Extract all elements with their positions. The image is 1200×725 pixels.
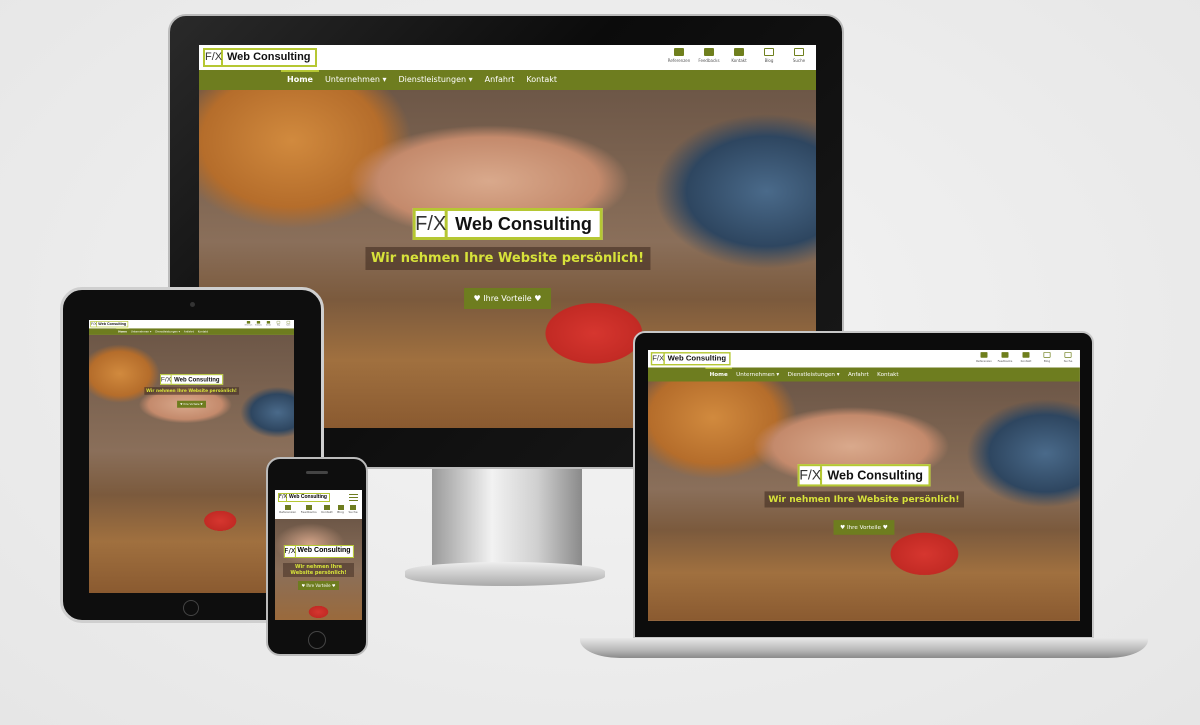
hero-logo: F/X Web Consulting bbox=[283, 545, 354, 558]
laptop-screen: F/X Web Consulting Referenzen Feedbacks Kon… bbox=[648, 350, 1080, 621]
nav-item[interactable]: Unternehmen ▾ bbox=[732, 368, 783, 382]
nav-item[interactable]: Home bbox=[705, 367, 732, 382]
hero: F/X Web Consulting Wir nehmen Ihre Websit… bbox=[275, 519, 362, 620]
header-link-suche[interactable]: Suche bbox=[285, 320, 292, 326]
home-button[interactable] bbox=[183, 600, 199, 616]
nav-item[interactable]: Kontakt bbox=[873, 368, 903, 382]
cast-icon bbox=[1043, 352, 1051, 358]
monitor-icon bbox=[246, 320, 251, 324]
phone-screen: F/X Web Consulting Referenzen Feedbacks Kon… bbox=[275, 490, 362, 620]
nav-item[interactable]: Dienstleistungen ▾ bbox=[153, 328, 182, 335]
nav-item[interactable]: Kontakt bbox=[196, 328, 210, 335]
contact-card-icon bbox=[734, 48, 744, 56]
hero-logo: F/X Web Consulting bbox=[797, 464, 931, 487]
hero: F/X Web Consulting Wir nehmen Ihre Websit… bbox=[648, 381, 1080, 621]
search-icon bbox=[1064, 352, 1072, 358]
site-header: F/X Web Consulting Referenzen Feedbacks Kon… bbox=[199, 45, 816, 70]
speech-bubble-icon bbox=[1001, 352, 1009, 358]
monitor-stand bbox=[432, 469, 582, 569]
nav-item[interactable]: Dienstleistungen ▾ bbox=[783, 368, 843, 382]
hero: F/X Web Consulting Wir nehmen Ihre Websit… bbox=[89, 334, 294, 593]
header-link-blog[interactable]: Blog bbox=[758, 48, 780, 63]
hero-logo: F/X Web Consulting bbox=[159, 374, 224, 385]
cta-button[interactable]: ♥ Ihre Vorteile ♥ bbox=[833, 520, 895, 535]
nav-item[interactable]: Anfahrt bbox=[479, 70, 521, 90]
speech-bubble-icon bbox=[256, 320, 261, 324]
header-link-blog[interactable]: Blog bbox=[1039, 352, 1054, 363]
header-link-suche[interactable]: Suche bbox=[788, 48, 810, 63]
nav-item[interactable]: Home bbox=[281, 70, 319, 90]
main-nav: Home Unternehmen ▾ Dienstleistungen ▾ Anfah… bbox=[89, 328, 294, 335]
slogan: Wir nehmen Ihre Website persönlich! bbox=[364, 247, 651, 270]
speaker bbox=[306, 471, 328, 474]
site-header: F/X Web Consulting Referenzen Feedbacks Kon… bbox=[648, 350, 1080, 368]
header-link-suche[interactable]: Suche bbox=[1060, 352, 1075, 363]
mobile-site: F/X Web Consulting Referenzen Feedbacks Kon… bbox=[275, 490, 362, 620]
cta-button[interactable]: ♥ Ihre Vorteile ♥ bbox=[176, 400, 207, 408]
nav-item[interactable]: Kontakt bbox=[520, 70, 563, 90]
nav-item[interactable]: Anfahrt bbox=[182, 328, 196, 335]
home-button[interactable] bbox=[308, 631, 326, 649]
laptop-base bbox=[580, 638, 1148, 658]
contact-card-icon bbox=[266, 320, 271, 324]
header-link-feedbacks[interactable]: Feedbacks bbox=[255, 320, 262, 326]
header-link-referenzen[interactable]: Referenzen bbox=[245, 320, 252, 326]
nav-item[interactable]: Dienstleistungen ▾ bbox=[393, 70, 479, 90]
site-logo[interactable]: F/X Web Consulting bbox=[278, 493, 330, 502]
contact-card-icon bbox=[1022, 352, 1030, 358]
nav-item[interactable]: Unternehmen ▾ bbox=[129, 328, 153, 335]
header-link-blog[interactable]: Blog bbox=[337, 505, 344, 514]
tablet-screen: F/X Web Consulting Referenzen Feedbacks Kon… bbox=[89, 320, 294, 593]
main-nav: Home Unternehmen ▾ Dienstleistungen ▾ Anfah… bbox=[199, 70, 816, 90]
header-icons: Referenzen Feedbacks Kontakt Blog Suche bbox=[668, 48, 810, 63]
site-logo[interactable]: F/X Web Consulting bbox=[203, 48, 317, 67]
header-link-kontakt[interactable]: Kontakt bbox=[265, 320, 272, 326]
hero-logo: F/X Web Consulting bbox=[412, 208, 603, 240]
slogan: Wir nehmen Ihre Website persönlich! bbox=[764, 491, 964, 508]
nav-item[interactable]: Unternehmen ▾ bbox=[319, 70, 393, 90]
header-link-feedbacks[interactable]: Feedbacks bbox=[301, 505, 317, 514]
header-link-feedbacks[interactable]: Feedbacks bbox=[698, 48, 720, 63]
monitor-base bbox=[405, 562, 605, 586]
cta-button[interactable]: ♥ Ihre Vorteile ♥ bbox=[463, 288, 552, 309]
header-icons: Referenzen Feedbacks Kontakt Blog Suche bbox=[976, 352, 1075, 363]
website: F/X Web Consulting Referenzen Feedbacks Kon… bbox=[89, 320, 294, 593]
website: F/X Web Consulting Referenzen Feedbacks Kon… bbox=[648, 350, 1080, 621]
cta-button[interactable]: ♥ Ihre Vorteile ♥ bbox=[297, 581, 340, 590]
header-link-kontakt[interactable]: Kontakt bbox=[321, 505, 333, 514]
slogan: Wir nehmen Ihre Website persönlich! bbox=[144, 387, 239, 395]
header-link-suche[interactable]: Suche bbox=[348, 505, 358, 514]
camera-dot bbox=[190, 302, 195, 307]
hamburger-menu-icon[interactable] bbox=[349, 494, 358, 501]
smartphone: F/X Web Consulting Referenzen Feedbacks Kon… bbox=[266, 457, 368, 656]
nav-item[interactable]: Anfahrt bbox=[844, 368, 873, 382]
cast-icon bbox=[764, 48, 774, 56]
search-icon bbox=[794, 48, 804, 56]
site-logo[interactable]: F/X Web Consulting bbox=[650, 352, 731, 366]
search-icon bbox=[286, 320, 291, 324]
slogan: Wir nehmen Ihre Website persönlich! bbox=[283, 563, 354, 577]
header-link-kontakt[interactable]: Kontakt bbox=[728, 48, 750, 63]
site-header: F/X Web Consulting Referenzen Feedbacks Kon… bbox=[89, 320, 294, 329]
nav-item[interactable]: Home bbox=[116, 328, 129, 335]
header-link-feedbacks[interactable]: Feedbacks bbox=[997, 352, 1012, 363]
main-nav: Home Unternehmen ▾ Dienstleistungen ▾ Anfah… bbox=[648, 367, 1080, 382]
header-link-referenzen[interactable]: Referenzen bbox=[976, 352, 992, 363]
laptop: F/X Web Consulting Referenzen Feedbacks Kon… bbox=[633, 331, 1094, 639]
cast-icon bbox=[276, 320, 281, 324]
site-logo[interactable]: F/X Web Consulting bbox=[90, 320, 129, 328]
header-link-referenzen[interactable]: Referenzen bbox=[279, 505, 296, 514]
header-link-referenzen[interactable]: Referenzen bbox=[668, 48, 690, 63]
monitor-icon bbox=[674, 48, 684, 56]
monitor-icon bbox=[980, 352, 988, 358]
header-icons: Referenzen Feedbacks Kontakt Blog Suche bbox=[245, 320, 292, 326]
header-link-kontakt[interactable]: Kontakt bbox=[1018, 352, 1033, 363]
header-link-blog[interactable]: Blog bbox=[275, 320, 282, 326]
speech-bubble-icon bbox=[704, 48, 714, 56]
